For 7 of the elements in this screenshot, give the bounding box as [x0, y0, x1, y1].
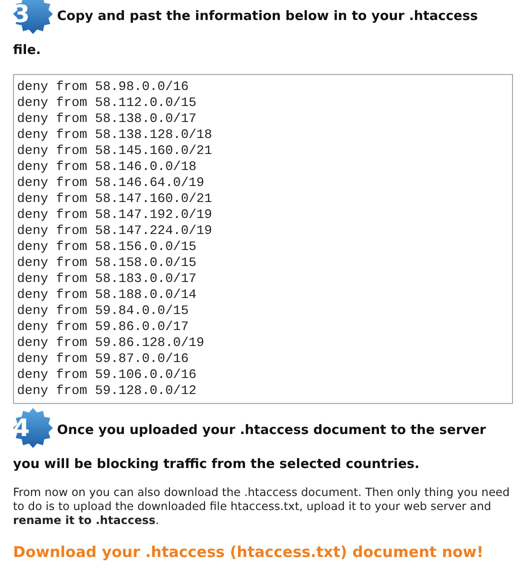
step-badge: 4	[13, 408, 53, 448]
htaccess-text-area[interactable]: deny from 58.98.0.0/16 deny from 58.112.0.0/15 deny from 58.138.0.0/17 deny from 58.138.128.0/18 deny from 58.145.160.0/21 deny from 58.146.0.0/18 deny from 58.146.64.0/19 deny from 58.147.160.0/21 deny from 58.147.192.0/19 deny from 58.147.224.0/19 deny from 58.156.0.0/15 deny from 58.158.0.0/15 deny from 58.183.0.0/17 deny from 58.188.0.0/14 deny from 59.84.0.0/15 deny from 59.86.0.0/17 deny from 59.86.128.0/19 deny from 59.87.0.0/16 deny from 59.106.0.0/16 deny from 59.128.0.0/12	[13, 74, 513, 404]
step-heading: file.	[13, 42, 42, 60]
step-heading: you will be blocking traffic from the selected countries.	[13, 456, 420, 474]
step-heading: Copy and past the information below in to your .htaccess	[57, 8, 478, 26]
step-heading: Once you uploaded your .htaccess document to the server	[57, 422, 486, 440]
instruction-paragraph: From now on you can also download the .htaccess document. Then only thing you need to do is to upload the downloaded file htaccess.txt, upload it to your web server and rename it to .htaccess.	[13, 486, 511, 528]
